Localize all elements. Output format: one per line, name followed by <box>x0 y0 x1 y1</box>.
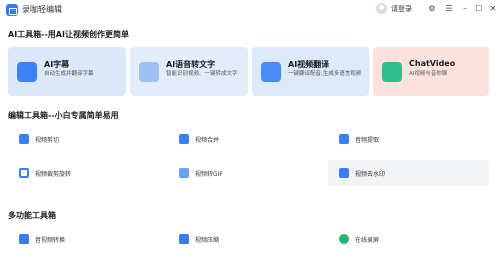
avatar-icon <box>376 3 387 14</box>
menu-icon[interactable]: ☰ <box>443 4 455 14</box>
tool-av-convert[interactable]: 音视频转换 <box>8 226 168 252</box>
tool-label: 视频合并 <box>195 137 220 144</box>
tool-label: 视频裁剪旋转 <box>35 171 72 178</box>
ai-speech-to-text-card[interactable]: AI语音转文字 智能识别视频、一键转成文字 <box>130 47 248 96</box>
card-desc: 自动生成并翻译字幕 <box>44 71 94 77</box>
ai-video-translate-card[interactable]: AI视频翻译 一键翻译配音,生成多语言视频 <box>252 47 369 96</box>
audio-icon <box>339 134 349 144</box>
settings-icon[interactable]: ⚙ <box>426 4 438 14</box>
tool-video-cut[interactable]: 视频剪切 <box>8 126 168 152</box>
microphone-icon <box>139 62 159 82</box>
tool-label: 音视频转换 <box>35 237 66 244</box>
card-desc: 一键翻译配音,生成多语言视频 <box>288 71 362 77</box>
card-title: AI视频翻译 <box>288 60 330 69</box>
tool-label: 音频提取 <box>355 137 380 144</box>
tool-video-merge[interactable]: 视频合并 <box>168 126 328 152</box>
watermark-icon <box>339 168 349 178</box>
translate-icon <box>261 62 281 82</box>
app-title: 录咖轻编辑 <box>22 5 62 14</box>
tool-video-crop-rotate[interactable]: 视频裁剪旋转 <box>8 160 168 186</box>
tool-label: 视频剪切 <box>35 137 60 144</box>
tool-video-to-gif[interactable]: 视频转GIF <box>168 160 328 186</box>
tool-label: 视频压缩 <box>195 237 220 244</box>
chatvideo-icon <box>382 62 402 82</box>
maximize-icon[interactable]: ☐ <box>473 4 485 14</box>
scissors-icon <box>19 134 29 144</box>
card-title: AI语音转文字 <box>166 60 216 69</box>
tool-label: 视频转GIF <box>195 171 223 178</box>
crop-icon <box>19 168 29 178</box>
title-bar: 录咖轻编辑 请登录 ⚙ ☰ – ☐ ✕ <box>0 0 500 20</box>
card-title: AI字幕 <box>44 60 70 69</box>
card-desc: 智能识别视频、一键转成文字 <box>166 71 238 77</box>
tool-label: 视频去水印 <box>355 171 386 178</box>
tool-label: 在线录屏 <box>355 237 380 244</box>
tool-video-compress[interactable]: 视频压缩 <box>168 226 328 252</box>
compress-icon <box>179 234 189 244</box>
gif-icon <box>179 168 189 178</box>
record-icon <box>339 234 349 244</box>
chatvideo-card[interactable]: ChatVideo AI视频与音你聊 <box>373 47 489 96</box>
card-desc: AI视频与音你聊 <box>409 71 448 77</box>
merge-icon <box>179 134 189 144</box>
ai-subtitle-card[interactable]: AI字幕 自动生成并翻译字幕 <box>8 47 126 96</box>
login-label: 请登录 <box>391 4 412 13</box>
convert-icon <box>19 234 29 244</box>
app-logo-icon <box>6 4 18 16</box>
subtitle-icon <box>17 62 37 82</box>
section-title-ai: AI工具箱--用AI让视频创作更简单 <box>8 30 129 39</box>
close-icon[interactable]: ✕ <box>487 4 499 14</box>
tool-audio-extract[interactable]: 音频提取 <box>328 126 489 152</box>
section-title-multi: 多功能工具箱 <box>8 211 56 220</box>
section-title-edit: 编辑工具箱--小白专属简单易用 <box>8 111 119 120</box>
tool-screen-record[interactable]: 在线录屏 <box>328 226 489 252</box>
login-button[interactable]: 请登录 <box>376 3 412 14</box>
tool-video-remove-watermark[interactable]: 视频去水印 <box>328 160 489 186</box>
card-title: ChatVideo <box>409 59 456 68</box>
minimize-icon[interactable]: – <box>459 4 471 14</box>
